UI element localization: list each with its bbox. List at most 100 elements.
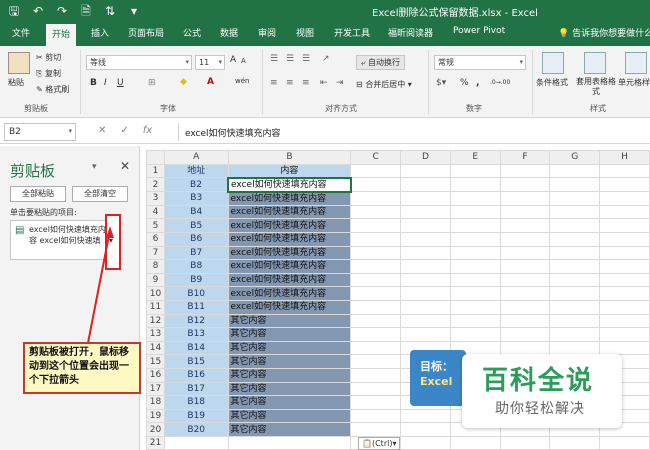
row-header[interactable]: 5 (146, 218, 165, 233)
cell-empty[interactable] (549, 163, 601, 179)
cell-b[interactable]: excel如何快速填充内容 (227, 259, 352, 274)
cell-empty[interactable] (449, 245, 501, 261)
cell-empty[interactable] (350, 422, 402, 437)
cell-empty[interactable] (449, 286, 501, 301)
cell-a[interactable]: B6 (163, 231, 229, 247)
cell-empty[interactable] (400, 422, 451, 437)
cell-empty[interactable] (499, 245, 551, 261)
cell-a[interactable]: B20 (163, 422, 229, 437)
cell-empty[interactable] (350, 286, 402, 301)
cell-empty[interactable] (350, 177, 402, 193)
cell-a[interactable]: B7 (163, 245, 229, 261)
cell-a[interactable]: B2 (163, 177, 229, 193)
column-header[interactable]: G (549, 150, 601, 165)
cell-empty[interactable] (549, 177, 601, 193)
row-header[interactable]: 13 (146, 327, 165, 342)
number-format-select[interactable]: 常规 ▾ (434, 55, 526, 70)
currency-icon[interactable]: $▾ (436, 78, 446, 88)
cell-b[interactable]: 其它内容 (227, 327, 352, 342)
tab-file[interactable]: 文件 (12, 26, 30, 39)
cell-empty[interactable] (400, 204, 451, 220)
cell-a[interactable]: B14 (163, 340, 229, 356)
tab-home[interactable]: 开始 (46, 24, 77, 46)
save-icon[interactable]: 🖫 (6, 2, 22, 20)
row-header[interactable]: 6 (146, 231, 165, 247)
cell-b[interactable]: 其它内容 (227, 367, 352, 383)
cell-a[interactable]: B16 (163, 367, 229, 383)
cell-empty[interactable] (599, 191, 650, 206)
chevron-down-icon[interactable]: ▾ (92, 162, 97, 172)
align-left-icon[interactable]: ≡ (270, 78, 278, 88)
cell-b[interactable]: excel如何快速填充内容 (227, 176, 352, 193)
cell-empty[interactable] (449, 204, 501, 220)
cell-empty[interactable] (449, 177, 501, 193)
cell-styles-icon[interactable] (625, 52, 647, 74)
table-format-icon[interactable] (584, 52, 606, 74)
cell-a[interactable] (163, 435, 229, 450)
cell-a[interactable]: B12 (163, 313, 229, 329)
cell-empty[interactable] (599, 313, 650, 329)
row-header[interactable]: 17 (146, 381, 165, 397)
cell-styles-button[interactable]: 单元格样 (618, 77, 650, 88)
cell-empty[interactable] (599, 286, 650, 301)
cell-empty[interactable] (549, 259, 601, 274)
format-as-table-button[interactable]: 套用表格格式 (576, 77, 616, 97)
cell-empty[interactable] (350, 204, 402, 220)
cell-a[interactable]: B8 (163, 259, 229, 274)
merge-center-button[interactable]: ⊟ 合并后居中 ▾ (356, 79, 412, 90)
cell-a[interactable]: B13 (163, 327, 229, 342)
cell-empty[interactable] (350, 327, 402, 342)
cell-empty[interactable] (449, 218, 501, 233)
cell-b[interactable]: 其它内容 (227, 354, 352, 369)
cell-empty[interactable] (499, 204, 551, 220)
row-header[interactable]: 16 (146, 367, 165, 383)
cell-empty[interactable] (549, 313, 601, 329)
cell-empty[interactable] (400, 299, 451, 315)
cell-empty[interactable] (499, 177, 551, 193)
cell-empty[interactable] (400, 245, 451, 261)
customize-icon[interactable]: ▾ (126, 2, 142, 20)
enter-icon[interactable]: ✓ (120, 125, 128, 136)
cell-empty[interactable] (549, 204, 601, 220)
paste-options-button[interactable]: 📋(Ctrl)▾ (358, 437, 401, 450)
bold-button[interactable]: B (90, 78, 97, 88)
cell-empty[interactable] (350, 299, 402, 315)
copy-button[interactable]: ⎘ 复制 (36, 68, 61, 79)
name-box[interactable]: B2 ▾ (4, 123, 76, 141)
cell-empty[interactable] (499, 299, 551, 315)
cell-b[interactable]: excel如何快速填充内容 (227, 218, 352, 233)
row-header[interactable]: 1 (146, 163, 165, 179)
row-header[interactable]: 11 (146, 299, 165, 315)
cell-empty[interactable] (400, 286, 451, 301)
row-header[interactable]: 10 (146, 286, 165, 301)
cell-empty[interactable] (400, 231, 451, 247)
cell-empty[interactable] (499, 163, 551, 179)
cell-empty[interactable] (449, 231, 501, 247)
paste-icon[interactable] (8, 52, 30, 74)
cell-empty[interactable] (449, 435, 501, 450)
cell-empty[interactable] (400, 218, 451, 233)
cell-b[interactable]: 其它内容 (227, 340, 352, 356)
row-header[interactable]: 21 (146, 435, 165, 450)
conditional-format-icon[interactable] (542, 52, 564, 74)
clipboard-item[interactable]: ▤ excel如何快速填充内 容 excel如何快速填 (10, 220, 118, 260)
cell-empty[interactable] (599, 340, 650, 356)
cell-empty[interactable] (400, 327, 451, 342)
cell-empty[interactable] (449, 299, 501, 315)
cell-b[interactable]: excel如何快速填充内容 (227, 245, 352, 261)
cell-empty[interactable] (499, 231, 551, 247)
shrink-font-button[interactable]: A (241, 57, 246, 65)
tab-review[interactable]: 审阅 (258, 26, 276, 39)
cell-empty[interactable] (350, 245, 402, 261)
cell-b[interactable]: 其它内容 (227, 395, 352, 410)
column-header[interactable]: D (400, 150, 451, 165)
clear-all-button[interactable]: 全部清空 (72, 186, 128, 202)
cell-empty[interactable] (350, 340, 402, 356)
cell-b[interactable]: excel如何快速填充内容 (227, 272, 352, 288)
cell-b[interactable]: 其它内容 (227, 313, 352, 329)
cell-empty[interactable] (549, 435, 601, 450)
column-header[interactable]: A (163, 150, 229, 165)
cell-b[interactable]: excel如何快速填充内容 (227, 286, 352, 301)
cell-a[interactable]: B11 (163, 299, 229, 315)
row-header[interactable]: 20 (146, 422, 165, 437)
